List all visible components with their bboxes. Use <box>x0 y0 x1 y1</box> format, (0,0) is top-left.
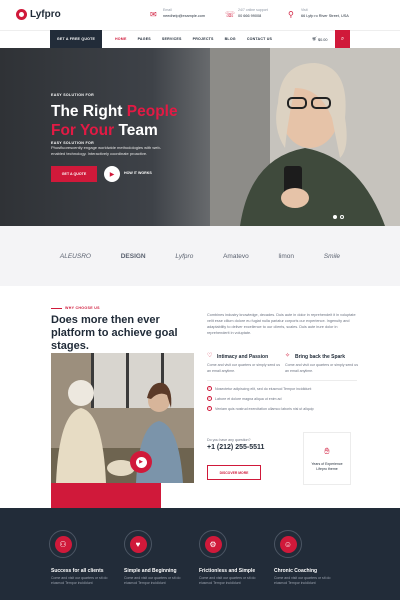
handshake-icon: ✋︎ <box>324 445 330 456</box>
top-bar: Lyfpro ✉ Email needhelp@example.com ☏ 24/… <box>0 0 400 30</box>
nav-item-services[interactable]: SERVICES <box>162 37 182 41</box>
brand-logo: Lyfpro <box>175 252 194 260</box>
phone-number[interactable]: +1 (212) 255-5511 <box>207 444 264 451</box>
feature-title: Intimacy and Passion <box>217 353 269 360</box>
nav-item-home[interactable]: HOME <box>115 37 127 41</box>
brand-logo: DESIGN <box>120 252 146 260</box>
check-text: Veniam quis nostrud exercitation ullamco… <box>215 406 314 411</box>
service-icon-circle: ⚇ <box>49 530 77 558</box>
phone-label: Do you have any question? <box>207 438 251 442</box>
hero-eyebrow-text: EASY SOLUTION FOR <box>51 93 94 97</box>
contact-value: 66 Lyfp ro River Street, USA <box>301 14 349 18</box>
contact-address[interactable]: ⚲ Visit 66 Lyfp ro River Street, USA <box>288 8 349 19</box>
feature-desc: Come and visit our quarters or simply se… <box>285 363 359 373</box>
check-item: ✓ Veniam quis nostrud exercitation ullam… <box>207 406 314 411</box>
experience-card: ✋︎ Years of Experience Lifepro theme <box>303 432 351 485</box>
contact-value: needhelp@example.com <box>163 14 206 18</box>
check-icon: ✓ <box>207 406 212 411</box>
about-title: Does more then ever platform to achieve … <box>51 314 178 352</box>
check-text: Labore et dolore magna aliqua ut enim ad <box>215 396 282 401</box>
feature-intimacy: ♡ Intimacy and Passion <box>207 353 268 360</box>
divider <box>207 380 357 381</box>
mail-icon: ✉ <box>150 10 157 19</box>
feature-title: Bring back the Spark <box>295 353 346 360</box>
gears-icon: ⚙ <box>204 535 222 553</box>
check-item: ✓ Nosectetur adipiscing elit, sed do eiu… <box>207 386 311 391</box>
play-icon: ▶ <box>109 171 115 178</box>
logo[interactable]: Lyfpro <box>16 9 61 20</box>
service-title[interactable]: Chronic Coaching <box>274 568 317 574</box>
hero-title-highlight: For Your <box>51 122 115 139</box>
contact-email[interactable]: ✉ Email needhelp@example.com <box>150 8 205 19</box>
main-nav: HOME PAGES SERVICES PROJECTS BLOG CONTAC… <box>115 30 272 48</box>
play-icon: ▶ <box>135 456 147 468</box>
logo-text: Lyfpro <box>30 9 61 20</box>
experience-text: Years of Experience Lifepro theme <box>311 461 343 471</box>
hero-woman-image <box>210 48 400 226</box>
check-text: Nosectetur adipiscing elit, sed do eiusm… <box>215 386 312 391</box>
slider-pagination <box>333 215 344 219</box>
get-quote-button[interactable]: GET A QUOTE <box>51 166 97 182</box>
service-icon-circle: ♥ <box>124 530 152 558</box>
coach-icon: ☺ <box>279 535 297 553</box>
cart-icon[interactable]: 🛒︎ <box>312 36 317 41</box>
hero-title: The Right People For Your Team <box>51 102 201 140</box>
brand-logo: Amatevo <box>223 252 249 260</box>
hero-title-part: The Right <box>51 103 127 120</box>
contact-phone[interactable]: ☏ 24/7 online support 00 666 99008 <box>225 8 268 19</box>
how-it-works-link[interactable]: HOW IT WORKS <box>124 171 152 175</box>
feature-spark: ✧ Bring back the Spark <box>285 353 345 360</box>
check-icon: ✓ <box>207 396 212 401</box>
slider-dot[interactable] <box>340 215 344 219</box>
feature-desc: Come and visit our quarters or simply se… <box>207 363 281 373</box>
eyebrow-line <box>51 308 62 309</box>
service-desc: Come and visit our quarters or sit do ei… <box>199 576 256 585</box>
service-desc: Come and visit our quarters or sit do ei… <box>51 576 108 585</box>
service-icon-circle: ☺ <box>274 530 302 558</box>
service-title[interactable]: Simple and Beginning <box>124 568 177 574</box>
consultation-photo <box>51 353 194 483</box>
nav-item-blog[interactable]: BLOG <box>225 37 236 41</box>
brand-logo: Smile <box>323 252 341 260</box>
hero-title-part: Team <box>114 122 158 139</box>
brand-logos: ALEUSRO DESIGN Lyfpro Amatevo limon Smil… <box>0 226 400 286</box>
about-eyebrow: WHY CHOOSE US <box>65 306 100 310</box>
hero-description: Phosfluorescently engage worldwide metho… <box>51 145 162 156</box>
nav-item-projects[interactable]: PROJECTS <box>193 37 214 41</box>
search-icon: ⌕ <box>340 35 345 42</box>
about-paragraph: Combines industry knowledge, decades. Du… <box>207 313 356 335</box>
phone-icon: ☏ <box>225 10 236 19</box>
hands-icon: ♥ <box>129 535 147 553</box>
slider-dot[interactable] <box>333 215 337 219</box>
nav-item-contact[interactable]: CONTACT US <box>247 37 272 41</box>
nav-item-pages[interactable]: PAGES <box>138 37 151 41</box>
discover-more-button[interactable]: DISCOVER MORE <box>207 465 261 480</box>
check-item: ✓ Labore et dolore magna aliqua ut enim … <box>207 396 282 401</box>
check-icon: ✓ <box>207 386 212 391</box>
people-icon: ⚇ <box>54 535 72 553</box>
video-play-button[interactable]: ▶ <box>104 166 120 182</box>
contact-value: 00 666 99008 <box>238 14 262 18</box>
service-desc: Come and visit our quarters or sit do ei… <box>124 576 181 585</box>
video-play-button-2[interactable]: ▶ <box>130 451 152 473</box>
logo-mark-icon <box>16 9 27 20</box>
hero-title-highlight: People <box>126 103 178 120</box>
heart-icon: ♡ <box>207 353 213 359</box>
service-icon-circle: ⚙ <box>199 530 227 558</box>
service-title[interactable]: Frictionless and Simple <box>199 568 255 574</box>
service-desc: Come and visit our quarters or sit do ei… <box>274 576 331 585</box>
cart-amount: $0.00 <box>318 38 328 42</box>
brand-logo: limon <box>278 252 295 260</box>
service-title[interactable]: Success for all clients <box>51 568 104 574</box>
spark-icon: ✧ <box>285 353 291 359</box>
search-button[interactable]: ⌕ <box>335 30 350 48</box>
location-pin-icon: ⚲ <box>288 10 294 19</box>
free-quote-button[interactable]: GET A FREE QUOTE <box>50 30 102 48</box>
brand-logo: ALEUSRO <box>59 252 91 260</box>
